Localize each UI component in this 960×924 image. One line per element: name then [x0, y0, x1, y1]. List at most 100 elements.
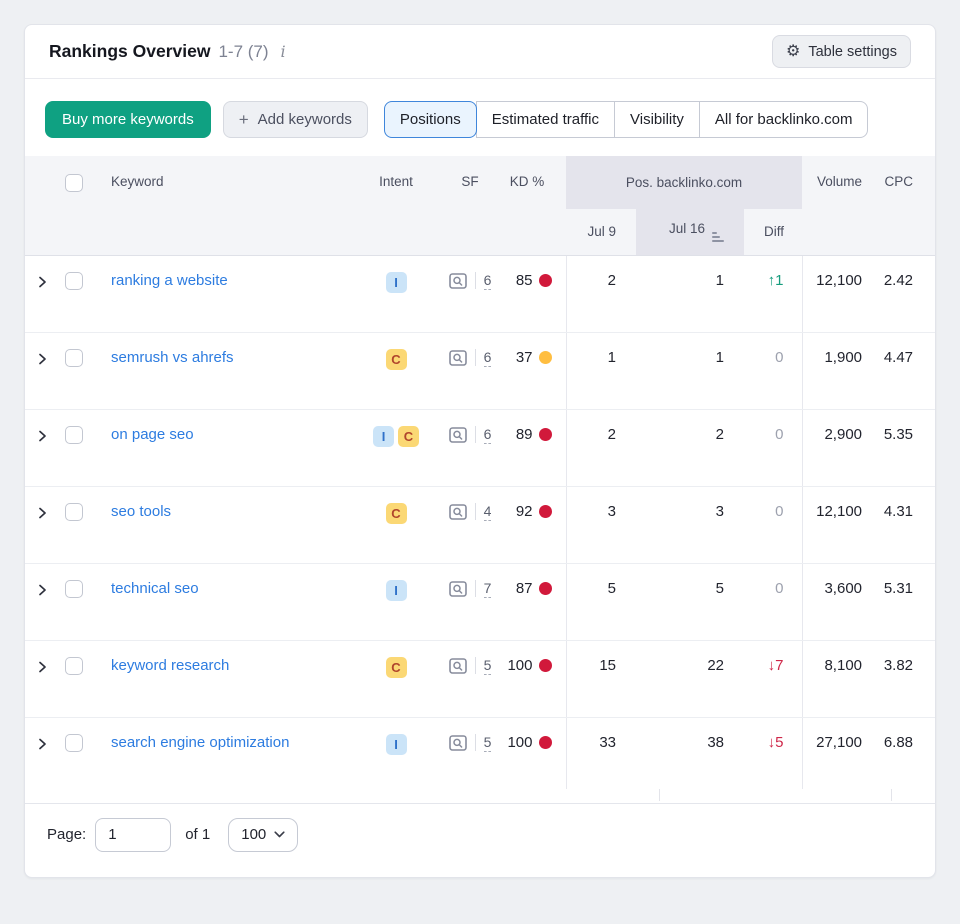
- plus-icon: +: [239, 111, 249, 128]
- pos-prev-value: 2: [566, 409, 636, 486]
- sf-count-link[interactable]: 4: [484, 503, 492, 521]
- select-all-checkbox[interactable]: [65, 174, 83, 192]
- serp-preview-icon[interactable]: [449, 273, 467, 289]
- table-settings-button[interactable]: ⚙ Table settings: [772, 35, 911, 68]
- rankings-table: Keyword Intent SF KD % Pos. backlinko.co…: [25, 156, 936, 789]
- results-range: 1-7 (7): [218, 42, 268, 62]
- intent-badges: I: [386, 272, 407, 293]
- intent-badges: C: [386, 503, 407, 524]
- expand-chevron-right-icon[interactable]: [35, 737, 49, 751]
- kd-cell: 100: [507, 657, 551, 674]
- sf-divider: [475, 580, 476, 597]
- tab-visibility[interactable]: Visibility: [614, 101, 700, 138]
- intent-badges: I: [386, 734, 407, 755]
- intent-badge-informational[interactable]: I: [386, 734, 407, 755]
- serp-preview-icon[interactable]: [449, 350, 467, 366]
- panel-header: Rankings Overview 1-7 (7) i ⚙ Table sett…: [25, 25, 935, 79]
- keyword-link[interactable]: ranking a website: [111, 272, 228, 289]
- column-header-intent: Intent: [354, 156, 438, 255]
- column-header-jul9[interactable]: Jul 9: [566, 209, 636, 255]
- pos-prev-value: 3: [566, 486, 636, 563]
- intent-badge-informational[interactable]: I: [386, 580, 407, 601]
- serp-preview-icon[interactable]: [449, 735, 467, 751]
- volume-value: 12,100: [802, 255, 882, 332]
- sf-divider: [475, 272, 476, 289]
- info-icon[interactable]: i: [281, 42, 286, 61]
- kd-cell: 89: [516, 426, 552, 443]
- page-number-input[interactable]: [95, 818, 171, 852]
- serp-preview-icon[interactable]: [449, 581, 467, 597]
- buy-more-keywords-button[interactable]: Buy more keywords: [45, 101, 211, 138]
- pos-prev-value: 15: [566, 640, 636, 717]
- intent-badge-commercial[interactable]: C: [386, 503, 407, 524]
- header-expander-spacer: [25, 156, 59, 255]
- intent-badges: C: [386, 657, 407, 678]
- expand-chevron-right-icon[interactable]: [35, 275, 49, 289]
- expand-chevron-right-icon[interactable]: [35, 429, 49, 443]
- serp-features-cell: 5: [449, 734, 492, 752]
- row-checkbox[interactable]: [65, 657, 83, 675]
- intent-badge-informational[interactable]: I: [373, 426, 394, 447]
- sf-count-link[interactable]: 5: [484, 734, 492, 752]
- column-header-cpc: CPC: [882, 156, 936, 255]
- intent-badge-commercial[interactable]: C: [386, 657, 407, 678]
- column-divider-stub: [659, 789, 660, 801]
- pos-prev-value: 5: [566, 563, 636, 640]
- keyword-link[interactable]: semrush vs ahrefs: [111, 349, 234, 366]
- keyword-link[interactable]: on page seo: [111, 426, 194, 443]
- kd-cell: 100: [507, 734, 551, 751]
- sf-count-link[interactable]: 6: [484, 426, 492, 444]
- serp-preview-icon[interactable]: [449, 658, 467, 674]
- serp-features-cell: 4: [449, 503, 492, 521]
- sf-divider: [475, 657, 476, 674]
- kd-difficulty-dot: [539, 736, 552, 749]
- row-checkbox[interactable]: [65, 349, 83, 367]
- expand-chevron-right-icon[interactable]: [35, 660, 49, 674]
- expand-chevron-right-icon[interactable]: [35, 583, 49, 597]
- row-checkbox[interactable]: [65, 426, 83, 444]
- chevron-down-icon: [274, 831, 285, 838]
- keyword-link[interactable]: technical seo: [111, 580, 199, 597]
- column-header-keyword: Keyword: [95, 156, 354, 255]
- serp-preview-icon[interactable]: [449, 427, 467, 443]
- kd-difficulty-dot: [539, 505, 552, 518]
- sf-count-link[interactable]: 6: [484, 349, 492, 367]
- sf-count-link[interactable]: 5: [484, 657, 492, 675]
- pos-prev-value: 1: [566, 332, 636, 409]
- sf-count-link[interactable]: 6: [484, 272, 492, 290]
- row-checkbox[interactable]: [65, 580, 83, 598]
- column-header-kd: KD %: [502, 156, 566, 255]
- tab-estimated-traffic[interactable]: Estimated traffic: [476, 101, 615, 138]
- kd-value: 100: [507, 657, 532, 674]
- serp-preview-icon[interactable]: [449, 504, 467, 520]
- sf-count-link[interactable]: 7: [484, 580, 492, 598]
- expand-chevron-right-icon[interactable]: [35, 352, 49, 366]
- tab-positions[interactable]: Positions: [384, 101, 477, 138]
- kd-cell: 85: [516, 272, 552, 289]
- pos-diff-value: 0: [744, 486, 802, 563]
- kd-cell: 37: [516, 349, 552, 366]
- per-page-select[interactable]: 100: [228, 818, 298, 852]
- row-checkbox[interactable]: [65, 734, 83, 752]
- column-divider-stub: [891, 789, 892, 801]
- pos-diff-value: ↓5: [744, 717, 802, 789]
- tab-all-for-backlinko-com[interactable]: All for backlinko.com: [699, 101, 869, 138]
- column-header-jul16[interactable]: Jul 16: [636, 209, 744, 255]
- keyword-link[interactable]: keyword research: [111, 657, 229, 674]
- column-header-sf: SF: [438, 156, 502, 255]
- intent-badges: IC: [373, 426, 419, 447]
- keyword-link[interactable]: seo tools: [111, 503, 171, 520]
- keyword-link[interactable]: search engine optimization: [111, 734, 289, 751]
- row-checkbox[interactable]: [65, 503, 83, 521]
- kd-value: 92: [516, 503, 533, 520]
- intent-badge-informational[interactable]: I: [386, 272, 407, 293]
- intent-badge-commercial[interactable]: C: [386, 349, 407, 370]
- column-header-diff[interactable]: Diff: [744, 209, 802, 255]
- add-keywords-button[interactable]: + Add keywords: [223, 101, 368, 138]
- page-label: Page:: [47, 826, 86, 843]
- expand-chevron-right-icon[interactable]: [35, 506, 49, 520]
- cpc-value: 5.35: [882, 409, 936, 486]
- intent-badge-commercial[interactable]: C: [398, 426, 419, 447]
- row-checkbox[interactable]: [65, 272, 83, 290]
- table-row: ranking a websiteI68521↑112,1002.42: [25, 255, 936, 332]
